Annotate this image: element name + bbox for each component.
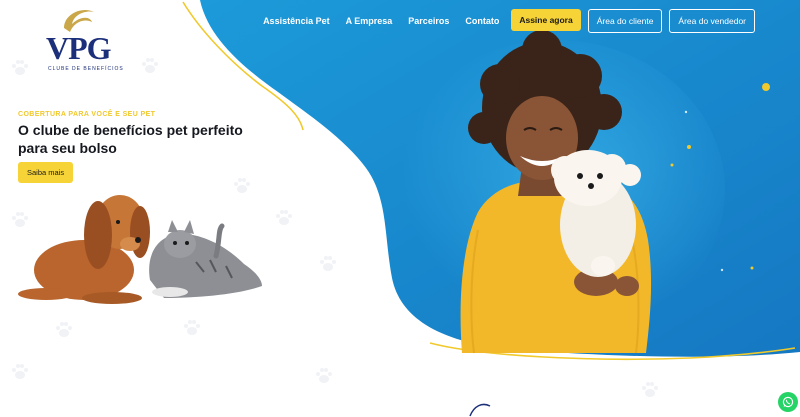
- nav-link-parceiros[interactable]: Parceiros: [408, 16, 449, 26]
- hero-illustration: [18, 0, 800, 417]
- nav-link-contato[interactable]: Contato: [465, 16, 499, 26]
- hero-title: O clube de benefícios pet perfeito para …: [18, 122, 243, 156]
- vendor-area-button[interactable]: Área do vendedor: [669, 9, 755, 33]
- whatsapp-icon: [782, 396, 794, 408]
- pets-photo: [18, 195, 262, 304]
- landing-page: VPG CLUBE DE BENEFÍCIOS Assistência Pet …: [0, 0, 800, 417]
- subscribe-button[interactable]: Assine agora: [511, 9, 581, 31]
- vpg-logo[interactable]: VPG CLUBE DE BENEFÍCIOS: [46, 6, 123, 72]
- whatsapp-button[interactable]: [778, 392, 798, 412]
- logo-mark: VPG: [46, 30, 112, 66]
- nav-link-a-empresa[interactable]: A Empresa: [346, 16, 393, 26]
- nav-link-assistencia-pet[interactable]: Assistência Pet: [263, 16, 330, 26]
- main-nav: Assistência Pet A Empresa Parceiros Cont…: [263, 9, 755, 33]
- hero-kicker: COBERTURA PARA VOCÊ E SEU PET: [18, 111, 156, 118]
- logo-tagline: CLUBE DE BENEFÍCIOS: [48, 66, 124, 72]
- learn-more-button[interactable]: Saiba mais: [18, 162, 74, 183]
- client-area-button[interactable]: Área do cliente: [587, 9, 663, 33]
- nav-buttons: Assine agora Área do cliente Área do ven…: [511, 9, 755, 33]
